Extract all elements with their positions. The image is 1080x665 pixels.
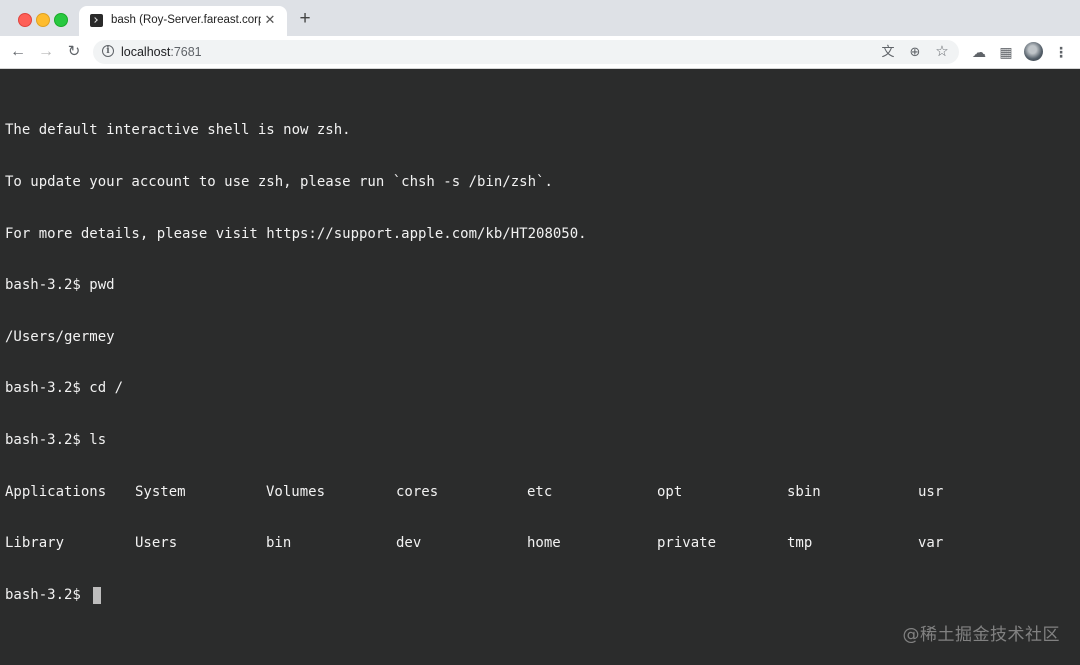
terminal-line: bash-3.2$ ls — [5, 431, 107, 448]
ls-entry: usr — [918, 483, 944, 500]
translate-icon[interactable]: 文 — [879, 43, 897, 61]
ls-entry: Applications — [5, 483, 107, 500]
tab-bash[interactable]: bash (Roy-Server.fareast.corp ✕ — [79, 6, 287, 36]
ls-output-row: Library Users bin dev home private tmp v… — [5, 535, 943, 552]
terminal-line: bash-3.2$ pwd — [5, 277, 115, 294]
reload-icon[interactable]: ↻ — [63, 41, 85, 63]
close-window-button[interactable] — [18, 13, 32, 27]
maximize-window-button[interactable] — [54, 13, 68, 27]
ls-entry: opt — [657, 483, 683, 500]
terminal-prompt-line[interactable]: bash-3.2$ — [5, 586, 587, 604]
browser-window: bash (Roy-Server.fareast.corp ✕ + ← → ↻ … — [0, 0, 1080, 665]
tab-strip: bash (Roy-Server.fareast.corp ✕ + — [0, 0, 1080, 36]
toolbar: ← → ↻ i localhost:7681 文 ⊕ ☆ ☁ ▦ ⋮ — [0, 36, 1080, 69]
puzzle-icon[interactable]: ▦ — [997, 43, 1015, 61]
terminal[interactable]: The default interactive shell is now zsh… — [0, 69, 1080, 665]
tab-title: bash (Roy-Server.fareast.corp — [111, 14, 261, 26]
star-icon[interactable]: ☆ — [933, 43, 951, 61]
ls-entry: System — [135, 483, 186, 500]
close-icon[interactable]: ✕ — [262, 12, 278, 28]
ls-entry: Users — [135, 535, 178, 552]
ls-entry: var — [918, 535, 944, 552]
back-icon[interactable]: ← — [7, 41, 29, 63]
ls-entry: tmp — [787, 535, 813, 552]
ls-entry: Library — [5, 535, 65, 552]
ls-entry: etc — [527, 483, 553, 500]
url-text[interactable]: localhost:7681 — [121, 45, 202, 59]
ls-entry: home — [527, 535, 561, 552]
menu-icon[interactable]: ⋮ — [1052, 43, 1070, 61]
terminal-line: To update your account to use zsh, pleas… — [5, 174, 553, 190]
url-port: :7681 — [170, 45, 202, 59]
info-icon[interactable]: i — [102, 45, 114, 57]
forward-icon[interactable]: → — [35, 41, 57, 63]
terminal-cursor — [93, 586, 102, 604]
watermark: @稀土掘金技术社区 — [902, 625, 1060, 645]
terminal-output: The default interactive shell is now zsh… — [5, 88, 943, 638]
avatar[interactable] — [1024, 42, 1043, 61]
ls-entry: dev — [396, 535, 422, 552]
ls-entry: bin — [266, 535, 292, 552]
ls-entry: Volumes — [266, 483, 326, 500]
terminal-line: The default interactive shell is now zsh… — [5, 122, 351, 139]
zoom-icon[interactable]: ⊕ — [906, 43, 924, 61]
minimize-window-button[interactable] — [36, 13, 50, 27]
ls-entry: private — [657, 535, 717, 552]
address-bar[interactable]: i localhost:7681 文 ⊕ ☆ — [93, 40, 959, 64]
ls-entry: sbin — [787, 483, 821, 500]
terminal-line: bash-3.2$ cd / — [5, 380, 124, 397]
terminal-icon — [90, 14, 103, 27]
cloud-icon[interactable]: ☁ — [970, 43, 988, 61]
ls-entry: cores — [396, 483, 439, 500]
new-tab-button[interactable]: + — [296, 9, 314, 28]
url-host: localhost — [121, 45, 171, 59]
terminal-line: For more details, please visit https://s… — [5, 225, 587, 242]
terminal-line: /Users/germey — [5, 328, 115, 345]
ls-output-row: Applications System Volumes cores etc op… — [5, 483, 943, 501]
